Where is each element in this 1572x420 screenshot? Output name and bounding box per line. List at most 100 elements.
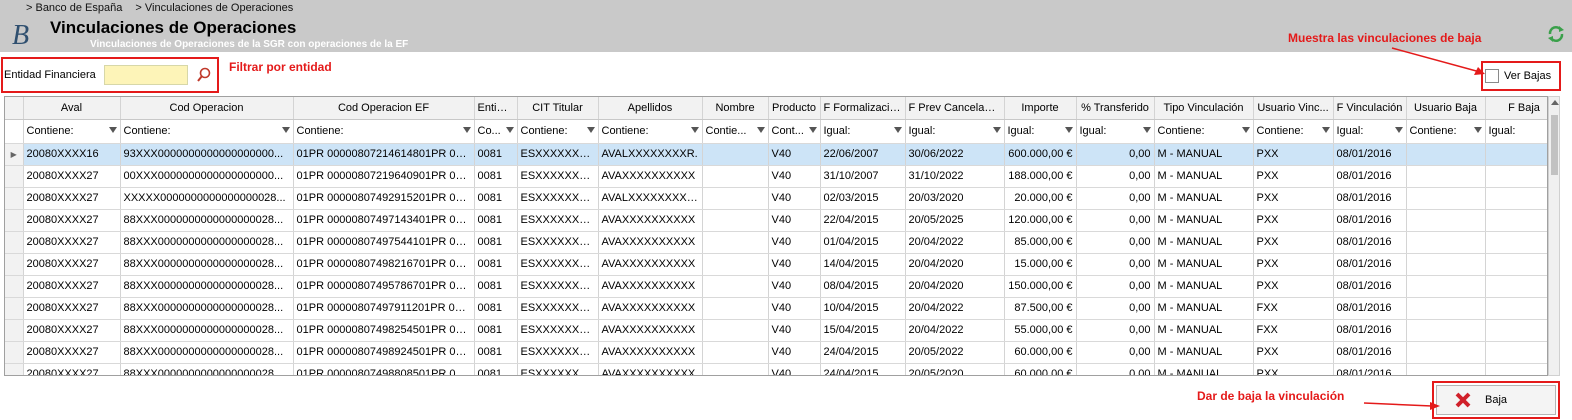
table-cell[interactable]: M - MANUAL (1154, 297, 1254, 320)
table-cell[interactable]: 02/03/2015 (820, 187, 906, 210)
column-header[interactable]: F Baja (1485, 97, 1547, 120)
table-cell[interactable]: 01/04/2015 (820, 231, 906, 254)
table-cell[interactable] (702, 143, 769, 166)
filter-funnel-icon[interactable] (1394, 126, 1403, 133)
table-cell[interactable]: ESXXXXXXXXX (517, 143, 599, 166)
table-cell[interactable]: 0081 (474, 253, 518, 276)
table-cell[interactable]: 0,00 (1076, 209, 1155, 232)
table-cell[interactable]: 20080XXXX27 (23, 341, 121, 364)
table-cell[interactable]: 88XXX0000000000000000028... (120, 319, 294, 342)
table-cell[interactable]: 08/01/2016 (1333, 341, 1407, 364)
column-filter-cell[interactable]: Igual: (1076, 119, 1155, 144)
table-cell[interactable]: 15.000,00 € (1004, 253, 1077, 276)
table-cell[interactable]: 120.000,00 € (1004, 209, 1077, 232)
column-header[interactable]: Entidad (474, 97, 518, 120)
table-cell[interactable] (1406, 187, 1486, 210)
table-cell[interactable]: 24/04/2015 (820, 363, 906, 375)
table-cell[interactable] (702, 341, 769, 364)
table-cell[interactable] (1406, 253, 1486, 276)
table-cell[interactable]: 20080XXXX27 (23, 319, 121, 342)
table-cell[interactable] (1485, 209, 1547, 232)
table-row[interactable]: 20080XXXX27 88XXX0000000000000000028... 01… (5, 209, 1547, 232)
table-cell[interactable]: 01PR 00000807498254501PR 000... (293, 319, 475, 342)
table-cell[interactable]: 08/01/2016 (1333, 165, 1407, 188)
table-cell[interactable] (1485, 275, 1547, 298)
table-cell[interactable]: AVAXXXXXXXXXX (598, 363, 703, 375)
column-filter-cell[interactable]: Igual: (905, 119, 1005, 144)
refresh-icon[interactable] (1546, 24, 1566, 44)
table-cell[interactable]: 20/05/2020 (905, 363, 1005, 375)
search-icon[interactable] (194, 66, 214, 84)
table-cell[interactable]: V40 (768, 143, 821, 166)
table-cell[interactable]: 0,00 (1076, 297, 1155, 320)
table-cell[interactable]: 01PR 00000807498808501PR 000... (293, 363, 475, 375)
table-row[interactable]: 20080XXXX27 88XXX0000000000000000028... 01… (5, 319, 1547, 342)
table-cell[interactable] (1485, 319, 1547, 342)
table-cell[interactable]: 93XXX0000000000000000000... (120, 143, 294, 166)
column-filter-cell[interactable]: Contiene: (1253, 119, 1334, 144)
table-cell[interactable]: ESXXXXXXXXX (517, 275, 599, 298)
table-cell[interactable]: 20/04/2022 (905, 297, 1005, 320)
table-cell[interactable]: M - MANUAL (1154, 143, 1254, 166)
table-cell[interactable] (1485, 253, 1547, 276)
filter-funnel-icon[interactable] (586, 126, 595, 133)
column-header[interactable]: Nombre (702, 97, 769, 120)
table-cell[interactable]: 0081 (474, 319, 518, 342)
table-cell[interactable]: 08/01/2016 (1333, 275, 1407, 298)
table-cell[interactable]: 88XXX0000000000000000028... (120, 297, 294, 320)
table-cell[interactable]: AVAXXXXXXXXXX (598, 253, 703, 276)
table-cell[interactable]: 20080XXXX27 (23, 253, 121, 276)
table-cell[interactable]: 0081 (474, 297, 518, 320)
column-header[interactable]: F Vinculación (1333, 97, 1407, 120)
table-cell[interactable]: 150.000,00 € (1004, 275, 1077, 298)
table-cell[interactable]: AVALXXXXXXXXR. (598, 143, 703, 166)
table-cell[interactable]: V40 (768, 165, 821, 188)
table-cell[interactable]: PXX (1253, 187, 1334, 210)
table-cell[interactable]: PXX (1253, 209, 1334, 232)
table-cell[interactable] (1485, 231, 1547, 254)
table-cell[interactable] (1485, 143, 1547, 166)
table-cell[interactable]: 01PR 00000807498924501PR 000... (293, 341, 475, 364)
table-cell[interactable]: V40 (768, 209, 821, 232)
table-row[interactable]: 20080XXXX27 88XXX0000000000000000028... 01… (5, 231, 1547, 254)
table-cell[interactable] (702, 253, 769, 276)
filter-funnel-icon[interactable] (1064, 126, 1073, 133)
column-header[interactable]: Usuario Baja (1406, 97, 1486, 120)
table-cell[interactable]: 24/04/2015 (820, 341, 906, 364)
table-cell[interactable]: 20/05/2025 (905, 209, 1005, 232)
table-cell[interactable]: 20080XXXX27 (23, 363, 121, 375)
table-cell[interactable]: M - MANUAL (1154, 363, 1254, 375)
table-cell[interactable]: 88XXX0000000000000000028... (120, 253, 294, 276)
breadcrumb-item-root[interactable]: > Banco de España (26, 2, 122, 14)
table-cell[interactable]: PXX (1253, 341, 1334, 364)
filter-funnel-icon[interactable] (1142, 126, 1151, 133)
column-filter-cell[interactable]: Igual: (1004, 119, 1077, 144)
table-cell[interactable]: 88XXX0000000000000000028... (120, 275, 294, 298)
table-cell[interactable]: PXX (1253, 275, 1334, 298)
table-cell[interactable]: 0081 (474, 363, 518, 375)
table-cell[interactable] (702, 231, 769, 254)
table-cell[interactable]: 00XXX0000000000000000000... (120, 165, 294, 188)
column-header[interactable]: % Transferido (1076, 97, 1155, 120)
table-cell[interactable] (1406, 231, 1486, 254)
table-cell[interactable]: AVAXXXXXXXXXX (598, 297, 703, 320)
table-cell[interactable]: ESXXXXXXXXX (517, 297, 599, 320)
table-cell[interactable]: M - MANUAL (1154, 165, 1254, 188)
table-cell[interactable]: M - MANUAL (1154, 253, 1254, 276)
table-cell[interactable]: 20/03/2020 (905, 187, 1005, 210)
table-cell[interactable]: 20080XXXX27 (23, 231, 121, 254)
column-header[interactable]: Apellidos (598, 97, 703, 120)
table-cell[interactable]: 0,00 (1076, 253, 1155, 276)
table-cell[interactable]: 20080XXXX16 (23, 143, 121, 166)
table-cell[interactable]: 0,00 (1076, 165, 1155, 188)
table-cell[interactable]: 0,00 (1076, 275, 1155, 298)
table-cell[interactable] (1485, 165, 1547, 188)
table-cell[interactable]: ESXXXXXXXXX (517, 187, 599, 210)
table-cell[interactable]: ESXXXXXXXXX (517, 341, 599, 364)
table-cell[interactable]: 0081 (474, 209, 518, 232)
table-cell[interactable]: 0,00 (1076, 319, 1155, 342)
filter-funnel-icon[interactable] (756, 126, 765, 133)
column-filter-cell[interactable]: Contiene: (1406, 119, 1486, 144)
table-cell[interactable]: 0081 (474, 187, 518, 210)
table-cell[interactable] (702, 187, 769, 210)
